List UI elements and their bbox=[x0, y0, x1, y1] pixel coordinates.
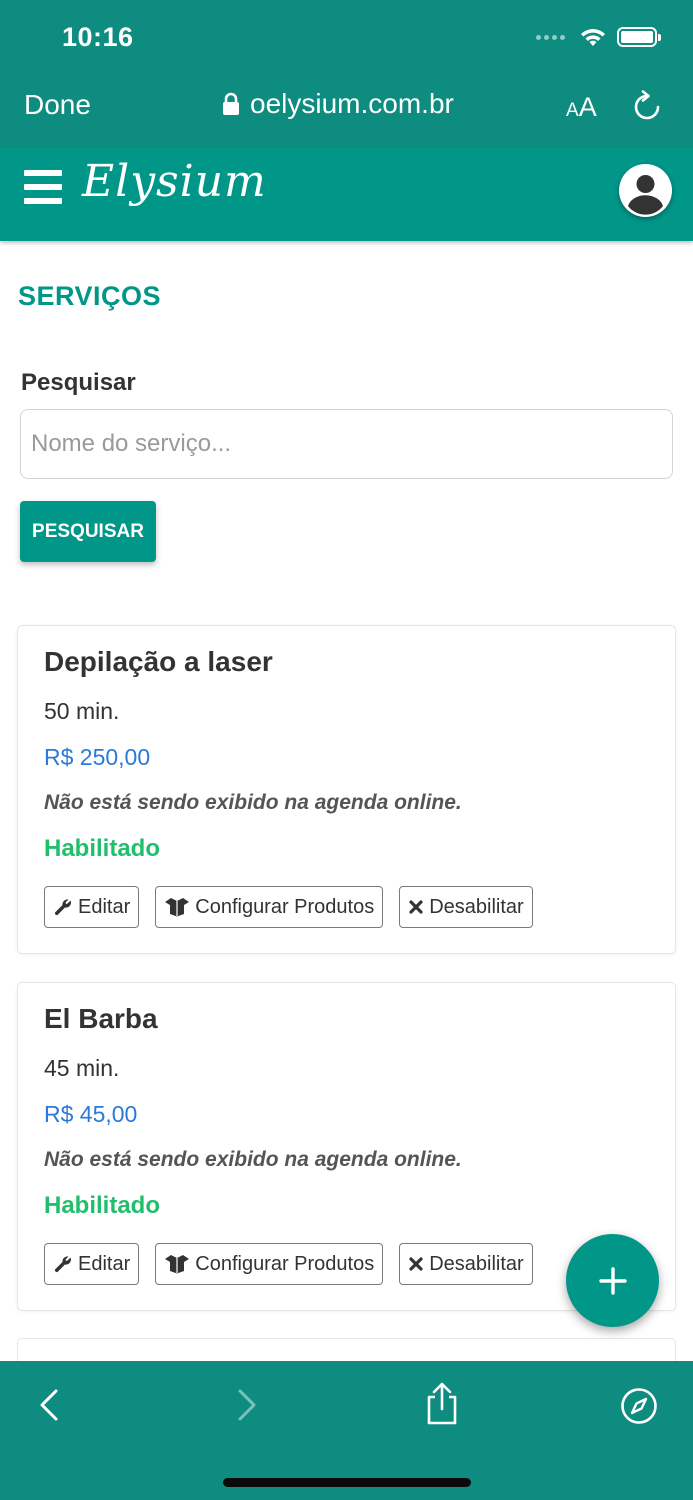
service-actions: Editar Configurar Produtos Desabilitar bbox=[44, 886, 533, 928]
battery-icon bbox=[617, 27, 661, 47]
service-actions: Editar Configurar Produtos Desabilitar bbox=[44, 1243, 533, 1285]
service-price: R$ 250,00 bbox=[44, 744, 151, 770]
add-service-button[interactable] bbox=[566, 1234, 659, 1327]
status-icons bbox=[536, 26, 661, 48]
edit-label: Editar bbox=[78, 895, 131, 918]
box-icon bbox=[165, 898, 190, 917]
plus-icon bbox=[598, 1266, 627, 1295]
service-duration: 50 min. bbox=[44, 698, 120, 724]
reload-icon[interactable] bbox=[632, 90, 662, 127]
reader-text-size-button[interactable]: AA bbox=[566, 92, 597, 123]
wrench-icon bbox=[54, 1256, 71, 1273]
status-badge: Habilitado bbox=[44, 1192, 161, 1219]
page-title: SERVIÇOS bbox=[18, 281, 162, 311]
wifi-icon bbox=[581, 29, 605, 46]
back-button[interactable] bbox=[36, 1385, 62, 1430]
share-icon bbox=[427, 1382, 457, 1425]
url-bar[interactable]: oelysium.com.br bbox=[222, 88, 454, 120]
disable-button[interactable]: Desabilitar bbox=[399, 886, 533, 928]
device-screen: 10:16 Done oelysium.com.br AA Elysium SE… bbox=[0, 0, 693, 1500]
box-icon bbox=[165, 1255, 190, 1274]
disable-label: Desabilitar bbox=[429, 895, 524, 918]
configure-products-label: Configurar Produtos bbox=[195, 895, 375, 918]
aa-small: A bbox=[566, 100, 579, 121]
user-avatar-icon[interactable] bbox=[619, 164, 672, 217]
service-online-note: Não está sendo exibido na agenda online. bbox=[44, 1148, 462, 1171]
edit-button[interactable]: Editar bbox=[44, 1243, 140, 1285]
share-button[interactable] bbox=[424, 1381, 460, 1432]
hamburger-menu-icon[interactable] bbox=[24, 170, 62, 204]
done-button[interactable]: Done bbox=[24, 89, 91, 121]
browser-top-bar: 10:16 Done oelysium.com.br AA bbox=[0, 0, 693, 148]
app-header: Elysium bbox=[0, 148, 693, 241]
service-name: Depilação a laser bbox=[44, 646, 273, 677]
signal-icon bbox=[536, 34, 565, 40]
configure-products-label: Configurar Produtos bbox=[195, 1252, 375, 1275]
home-indicator bbox=[223, 1478, 471, 1487]
url-text: oelysium.com.br bbox=[250, 88, 454, 119]
disable-label: Desabilitar bbox=[429, 1252, 524, 1275]
service-price: R$ 45,00 bbox=[44, 1101, 138, 1127]
edit-button[interactable]: Editar bbox=[44, 886, 140, 928]
edit-label: Editar bbox=[78, 1252, 131, 1275]
lock-icon bbox=[223, 92, 239, 115]
search-button[interactable]: PESQUISAR bbox=[20, 501, 156, 562]
safari-compass-button[interactable] bbox=[620, 1387, 658, 1430]
status-time: 10:16 bbox=[62, 22, 134, 52]
app-logo[interactable]: Elysium bbox=[82, 156, 267, 207]
chevron-left-icon bbox=[40, 1389, 58, 1421]
search-label: Pesquisar bbox=[21, 369, 136, 396]
configure-products-button[interactable]: Configurar Produtos bbox=[155, 1243, 384, 1285]
service-name: El Barba bbox=[44, 1003, 158, 1034]
x-icon bbox=[409, 1257, 423, 1271]
disable-button[interactable]: Desabilitar bbox=[399, 1243, 533, 1285]
browser-bottom-toolbar bbox=[0, 1361, 693, 1500]
service-online-note: Não está sendo exibido na agenda online. bbox=[44, 791, 462, 814]
aa-large: A bbox=[578, 92, 597, 122]
service-duration: 45 min. bbox=[44, 1055, 120, 1081]
configure-products-button[interactable]: Configurar Produtos bbox=[155, 886, 384, 928]
forward-button[interactable] bbox=[234, 1385, 260, 1430]
wrench-icon bbox=[54, 899, 71, 916]
chevron-right-icon bbox=[238, 1389, 256, 1421]
search-input[interactable] bbox=[20, 409, 673, 479]
service-card: Depilação a laser 50 min. R$ 250,00 Não … bbox=[17, 625, 676, 954]
compass-icon bbox=[621, 1388, 657, 1424]
status-badge: Habilitado bbox=[44, 835, 161, 862]
x-icon bbox=[409, 900, 423, 914]
